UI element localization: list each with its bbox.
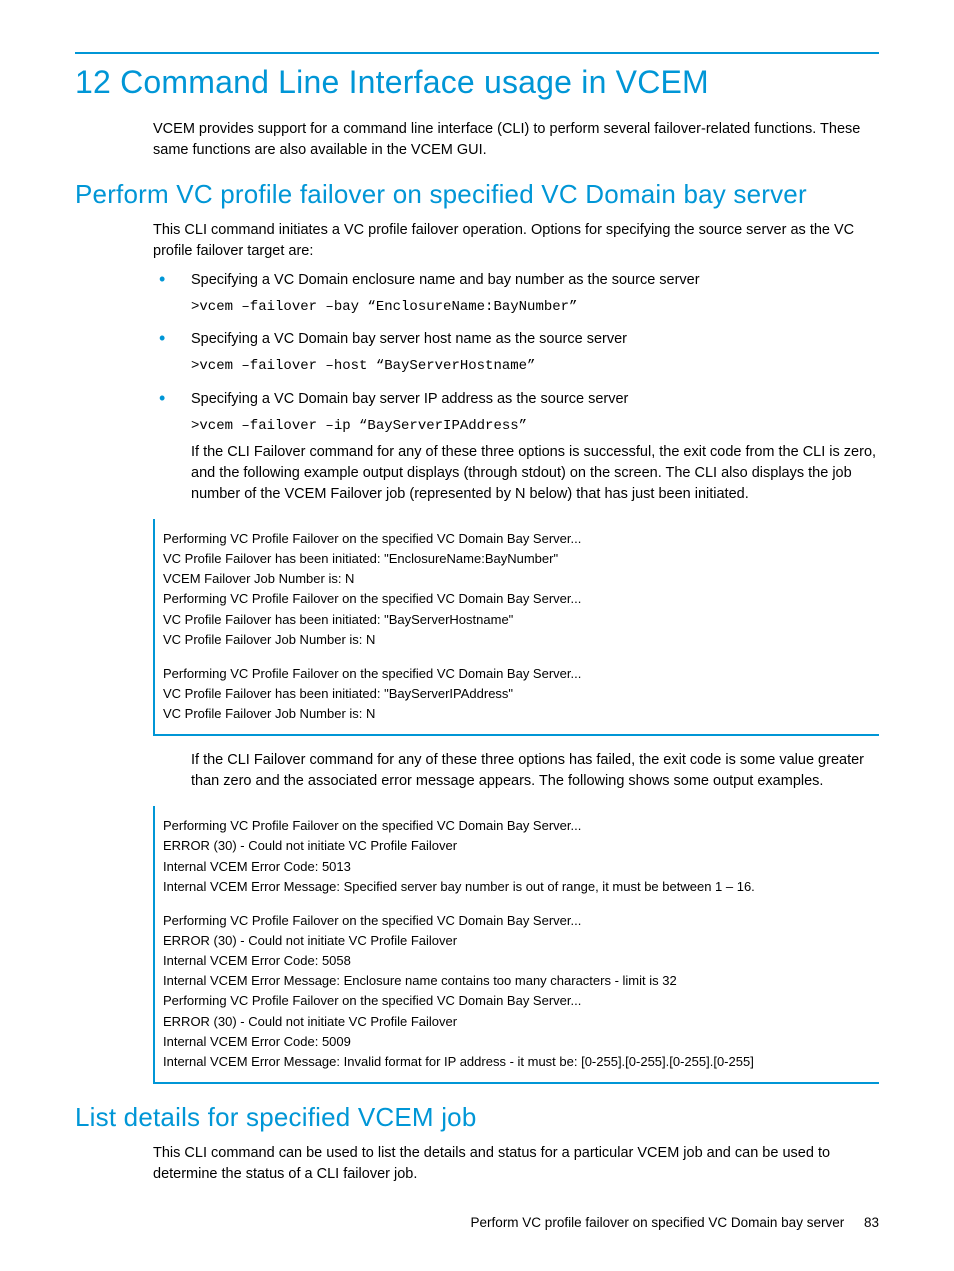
output-line: Internal VCEM Error Code: 5013 [163, 857, 871, 877]
bullet-text: Specifying a VC Domain bay server IP add… [191, 391, 628, 407]
output-line: VCEM Failover Job Number is: N [163, 569, 871, 589]
page: 12 Command Line Interface usage in VCEM … [0, 0, 954, 1270]
output-line: VC Profile Failover has been initiated: … [163, 549, 871, 569]
output-gap [163, 897, 871, 911]
command-text: >vcem –failover –ip “BayServerIPAddress” [191, 416, 879, 436]
output-line: VC Profile Failover has been initiated: … [163, 684, 871, 704]
output-line: Performing VC Profile Failover on the sp… [163, 529, 871, 549]
section-1-intro: This CLI command initiates a VC profile … [153, 220, 879, 262]
page-footer: Perform VC profile failover on specified… [75, 1215, 879, 1230]
intro-text: VCEM provides support for a command line… [153, 119, 879, 161]
command-text: >vcem –failover –bay “EnclosureName:BayN… [191, 297, 879, 317]
output-line: VC Profile Failover Job Number is: N [163, 630, 871, 650]
section-2-title: List details for specified VCEM job [75, 1102, 879, 1133]
bullet-text: Specifying a VC Domain enclosure name an… [191, 272, 700, 288]
section-2-intro-text: This CLI command can be used to list the… [153, 1143, 879, 1185]
output-line: VC Profile Failover Job Number is: N [163, 704, 871, 724]
command-text: >vcem –failover –host “BayServerHostname… [191, 356, 879, 376]
follow-text: If the CLI Failover command for any of t… [191, 442, 879, 505]
output-line: ERROR (30) - Could not initiate VC Profi… [163, 836, 871, 856]
section-2-intro: This CLI command can be used to list the… [153, 1143, 879, 1185]
list-item: Specifying a VC Domain enclosure name an… [153, 270, 879, 317]
list-item: Specifying a VC Domain bay server host n… [153, 329, 879, 376]
footer-text: Perform VC profile failover on specified… [471, 1215, 845, 1230]
section-1-intro-text: This CLI command initiates a VC profile … [153, 220, 879, 262]
page-number: 83 [864, 1215, 879, 1230]
top-rule [75, 52, 879, 54]
chapter-title: 12 Command Line Interface usage in VCEM [75, 64, 879, 101]
output-line: Internal VCEM Error Message: Invalid for… [163, 1052, 871, 1072]
output-line: Internal VCEM Error Message: Specified s… [163, 877, 871, 897]
bullet-text: Specifying a VC Domain bay server host n… [191, 331, 627, 347]
bullet-list: Specifying a VC Domain enclosure name an… [153, 270, 879, 505]
output-line: Performing VC Profile Failover on the sp… [163, 589, 871, 609]
output-line: Performing VC Profile Failover on the sp… [163, 991, 871, 1011]
output-line: Performing VC Profile Failover on the sp… [163, 664, 871, 684]
output-box-error: Performing VC Profile Failover on the sp… [153, 806, 879, 1084]
output-line: Internal VCEM Error Message: Enclosure n… [163, 971, 871, 991]
output-line: Performing VC Profile Failover on the sp… [163, 911, 871, 931]
output-line: Internal VCEM Error Code: 5009 [163, 1032, 871, 1052]
output-gap [163, 650, 871, 664]
section-1-title: Perform VC profile failover on specified… [75, 179, 879, 210]
mid-paragraph: If the CLI Failover command for any of t… [191, 750, 879, 792]
output-line: VC Profile Failover has been initiated: … [163, 610, 871, 630]
chapter-intro: VCEM provides support for a command line… [153, 119, 879, 161]
output-line: Performing VC Profile Failover on the sp… [163, 816, 871, 836]
output-line: Internal VCEM Error Code: 5058 [163, 951, 871, 971]
mid-paragraph-text: If the CLI Failover command for any of t… [191, 750, 879, 792]
output-line: ERROR (30) - Could not initiate VC Profi… [163, 1012, 871, 1032]
list-item: Specifying a VC Domain bay server IP add… [153, 389, 879, 505]
output-line: ERROR (30) - Could not initiate VC Profi… [163, 931, 871, 951]
output-box-success: Performing VC Profile Failover on the sp… [153, 519, 879, 736]
